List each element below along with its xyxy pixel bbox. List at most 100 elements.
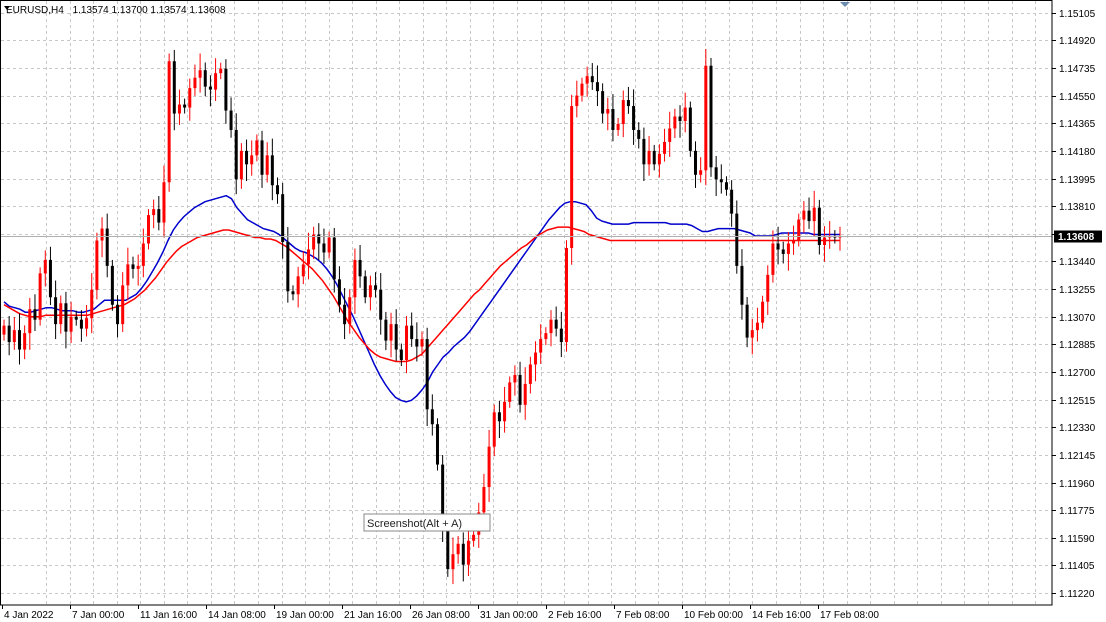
candle[interactable]: [730, 180, 734, 227]
candle[interactable]: [214, 58, 218, 101]
candle[interactable]: [523, 367, 527, 420]
candle[interactable]: [28, 297, 32, 350]
candle[interactable]: [508, 376, 512, 408]
candle[interactable]: [312, 226, 316, 260]
candle[interactable]: [121, 272, 125, 332]
candle[interactable]: [317, 223, 321, 261]
candle[interactable]: [136, 254, 140, 286]
candle[interactable]: [296, 266, 300, 308]
candle[interactable]: [286, 227, 290, 303]
candle[interactable]: [85, 305, 89, 337]
candle[interactable]: [110, 259, 114, 311]
candle[interactable]: [595, 65, 599, 107]
candle[interactable]: [570, 94, 574, 265]
candle[interactable]: [343, 288, 347, 340]
candle[interactable]: [503, 386, 507, 433]
candle[interactable]: [90, 273, 94, 334]
candle[interactable]: [245, 139, 249, 182]
candle[interactable]: [105, 213, 109, 278]
candle[interactable]: [48, 246, 52, 306]
candle[interactable]: [348, 289, 352, 334]
candle[interactable]: [291, 285, 295, 301]
candle[interactable]: [33, 294, 37, 332]
candle[interactable]: [451, 537, 455, 585]
candle[interactable]: [399, 343, 403, 366]
candle[interactable]: [559, 311, 563, 358]
candle[interactable]: [735, 200, 739, 274]
candle[interactable]: [755, 307, 759, 342]
candle[interactable]: [482, 473, 486, 521]
candle[interactable]: [146, 209, 150, 250]
candle[interactable]: [673, 108, 677, 139]
candle[interactable]: [172, 49, 176, 131]
candle[interactable]: [131, 256, 135, 279]
candle[interactable]: [425, 327, 429, 427]
candle[interactable]: [270, 138, 274, 201]
candle[interactable]: [157, 195, 161, 231]
candle[interactable]: [167, 53, 171, 192]
candle[interactable]: [301, 251, 305, 285]
candle[interactable]: [239, 143, 243, 189]
candle[interactable]: [487, 429, 491, 502]
candle[interactable]: [162, 165, 166, 238]
candle[interactable]: [59, 295, 63, 334]
candle[interactable]: [637, 122, 641, 149]
candle[interactable]: [322, 228, 326, 264]
candle[interactable]: [761, 295, 765, 329]
candle[interactable]: [513, 365, 517, 396]
candle[interactable]: [100, 217, 104, 258]
candle[interactable]: [141, 228, 145, 278]
candle[interactable]: [224, 59, 228, 124]
candle[interactable]: [363, 270, 367, 304]
candle[interactable]: [554, 306, 558, 337]
candle[interactable]: [456, 535, 460, 564]
candle[interactable]: [435, 418, 439, 471]
candle[interactable]: [7, 316, 11, 356]
candle[interactable]: [694, 141, 698, 188]
candle[interactable]: [802, 201, 806, 233]
candle[interactable]: [64, 291, 68, 349]
chart-window[interactable]: 1.15105 1.14920 1.14735 1.14550 1.14365 1.141…: [0, 0, 1106, 622]
candle[interactable]: [714, 155, 718, 196]
candle[interactable]: [193, 64, 197, 96]
candles[interactable]: [2, 48, 842, 585]
candle[interactable]: [379, 273, 383, 335]
candle[interactable]: [642, 127, 646, 182]
candle[interactable]: [590, 63, 594, 90]
candle[interactable]: [776, 226, 780, 265]
candle[interactable]: [771, 230, 775, 283]
candle[interactable]: [663, 128, 667, 162]
candle[interactable]: [265, 142, 269, 183]
candle[interactable]: [177, 89, 181, 125]
candle[interactable]: [652, 144, 656, 171]
candle[interactable]: [580, 77, 584, 102]
candle[interactable]: [353, 248, 357, 315]
candle[interactable]: [781, 241, 785, 264]
candle[interactable]: [668, 111, 672, 157]
candle[interactable]: [632, 89, 636, 145]
candle[interactable]: [229, 97, 233, 138]
candle[interactable]: [838, 226, 842, 251]
candle[interactable]: [817, 199, 821, 255]
candle[interactable]: [786, 232, 790, 271]
candle[interactable]: [549, 310, 553, 347]
candle[interactable]: [492, 404, 496, 457]
candle[interactable]: [203, 62, 207, 97]
candle[interactable]: [601, 83, 605, 124]
candle[interactable]: [198, 53, 202, 93]
candle[interactable]: [528, 356, 532, 394]
candle[interactable]: [575, 80, 579, 118]
candle[interactable]: [23, 325, 27, 360]
candle[interactable]: [188, 78, 192, 121]
shift-marker-icon[interactable]: [840, 2, 850, 7]
candle[interactable]: [709, 57, 713, 177]
candle[interactable]: [327, 231, 331, 259]
candle[interactable]: [812, 190, 816, 237]
candle[interactable]: [606, 97, 610, 131]
candle[interactable]: [183, 98, 187, 114]
candle[interactable]: [389, 312, 393, 358]
candle[interactable]: [95, 232, 99, 300]
candle[interactable]: [358, 244, 362, 288]
candle[interactable]: [704, 48, 708, 186]
candle[interactable]: [405, 316, 409, 374]
